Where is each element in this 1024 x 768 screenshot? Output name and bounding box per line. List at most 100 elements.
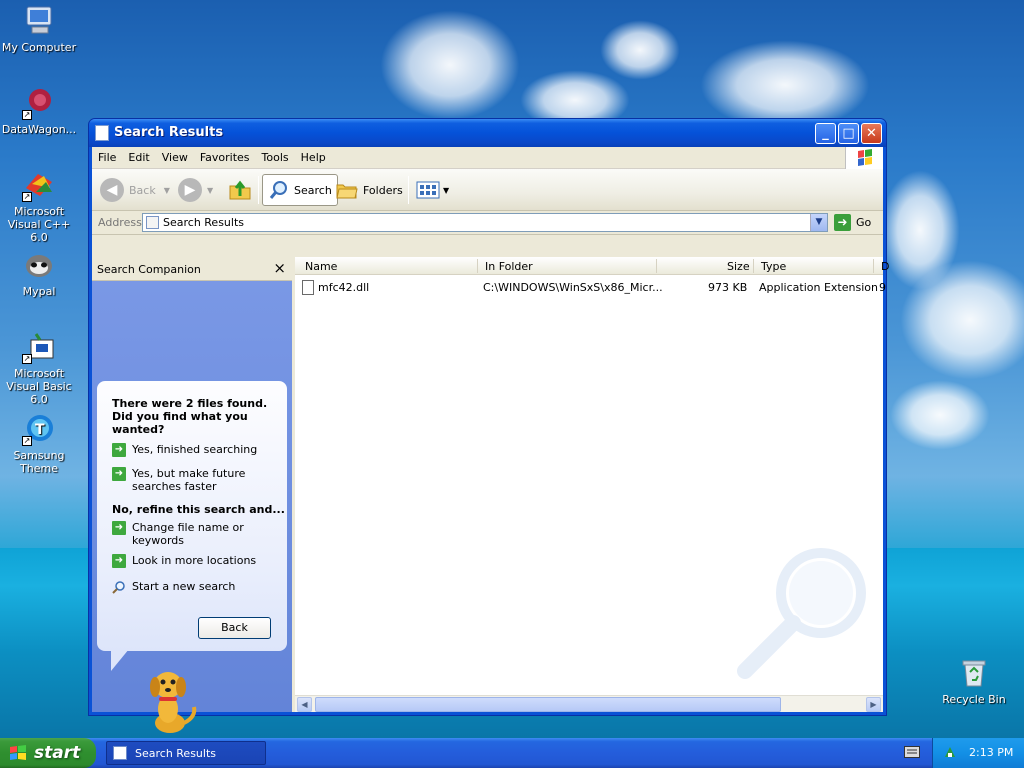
address-input[interactable]: Search Results ▼: [142, 213, 828, 232]
search-watermark-icon: [735, 547, 875, 687]
search-dog-icon[interactable]: [142, 665, 202, 737]
search-button[interactable]: Search: [262, 174, 338, 206]
up-folder-button[interactable]: [228, 174, 252, 206]
results-heading: There were 2 files found. Did you find w…: [112, 397, 268, 436]
folders-icon: [336, 184, 358, 199]
column-header: Name In Folder Size Type D: [295, 257, 889, 275]
file-name: mfc42.dll: [318, 281, 370, 294]
option-faster-searches[interactable]: ➜ Yes, but make future searches faster: [112, 467, 282, 493]
companion-back-button[interactable]: Back: [198, 617, 271, 639]
computer-icon: [22, 4, 56, 38]
menu-favorites[interactable]: Favorites: [194, 147, 256, 168]
clock[interactable]: 2:13 PM: [969, 746, 1013, 759]
visual-basic-icon: ↗: [22, 330, 56, 364]
up-folder-icon: [229, 180, 251, 200]
menu-tools[interactable]: Tools: [256, 147, 295, 168]
go-button[interactable]: ➜ Go: [834, 214, 871, 231]
search-results-icon: [113, 746, 127, 760]
search-results-icon: [146, 216, 159, 229]
search-icon: [269, 181, 287, 199]
back-dropdown-icon[interactable]: ▼: [164, 186, 170, 195]
desktop-icon-my-computer[interactable]: My Computer: [0, 4, 78, 54]
forward-arrow-icon: ▶: [178, 178, 202, 202]
recycle-bin-icon: [957, 656, 991, 690]
address-bar: Address Search Results ▼ ➜ Go: [92, 211, 883, 235]
back-arrow-icon: ◀: [100, 178, 124, 202]
window-client: File Edit View Favorites Tools Help ◀ Back ▼ …: [92, 147, 889, 733]
scroll-left-icon[interactable]: ◀: [297, 697, 312, 712]
option-new-search[interactable]: Start a new search: [112, 580, 282, 594]
shortcut-arrow-icon: ↗: [22, 436, 32, 446]
datawagon-icon: ↗: [22, 86, 56, 120]
shortcut-arrow-icon: ↗: [22, 110, 32, 120]
option-more-locations[interactable]: ➜ Look in more locations: [112, 554, 282, 568]
raccoon-icon: [22, 248, 56, 282]
desktop-icon-recycle-bin[interactable]: Recycle Bin: [935, 656, 1013, 706]
shortcut-arrow-icon: ↗: [22, 192, 32, 202]
toolbar: ◀ Back ▼ ▶ ▼ Search Folders ▼: [92, 169, 883, 211]
cloud: [600, 20, 680, 80]
option-change-file-name[interactable]: ➜ Change file name or keywords: [112, 521, 282, 547]
svg-text:T: T: [35, 422, 45, 438]
column-date[interactable]: D: [881, 260, 889, 273]
desktop-icon-datawagon[interactable]: ↗ DataWagon...: [0, 86, 78, 136]
network-icon[interactable]: [943, 745, 957, 759]
menu-help[interactable]: Help: [295, 147, 332, 168]
search-companion-pane: Search Companion × There were 2 files fo…: [92, 257, 292, 733]
taskbar: start Search Results 2:13 PM: [0, 738, 1024, 768]
views-button[interactable]: ▼: [416, 174, 449, 206]
file-folder: C:\WINDOWS\WinSxS\x86_Micr...: [483, 281, 663, 294]
windows-flag-icon: [8, 743, 28, 763]
menu-view[interactable]: View: [156, 147, 194, 168]
folders-button[interactable]: Folders: [336, 174, 403, 206]
title-bar[interactable]: Search Results _ □ ✕: [89, 119, 886, 147]
windows-logo-icon: [845, 147, 883, 169]
desktop-icon-samsung-theme[interactable]: T ↗ Samsung Theme: [0, 412, 78, 475]
menu-bar: File Edit View Favorites Tools Help: [92, 147, 883, 169]
desktop-icon-mypal[interactable]: Mypal: [0, 248, 78, 298]
start-button[interactable]: start: [0, 738, 96, 768]
minimize-button[interactable]: _: [815, 123, 836, 144]
results-list: Name In Folder Size Type D mfc42.dll C:\…: [295, 257, 889, 712]
forward-dropdown-icon[interactable]: ▼: [207, 186, 213, 195]
companion-header: Search Companion ×: [92, 257, 292, 281]
menu-file[interactable]: File: [92, 147, 122, 168]
desktop-icon-visual-basic[interactable]: ↗ Microsoft Visual Basic 6.0: [0, 330, 78, 406]
cloud: [890, 380, 990, 450]
dll-file-icon: [302, 280, 314, 295]
taskbar-item-search-results[interactable]: Search Results: [106, 741, 266, 765]
magnifier-icon: [112, 580, 126, 594]
address-dropdown-icon[interactable]: ▼: [810, 214, 827, 231]
file-type: Application Extension: [759, 281, 878, 294]
desktop-icon-visual-cpp[interactable]: ↗ Microsoft Visual C++ 6.0: [0, 168, 78, 244]
column-type[interactable]: Type: [761, 260, 786, 273]
horizontal-scrollbar[interactable]: ◀ ▶: [295, 695, 883, 712]
refine-heading: No, refine this search and...: [112, 503, 285, 516]
close-button[interactable]: ✕: [861, 123, 882, 144]
scroll-thumb[interactable]: [315, 697, 781, 712]
maximize-button[interactable]: □: [838, 123, 859, 144]
views-dropdown-icon: ▼: [443, 185, 450, 195]
back-button[interactable]: ◀ Back ▼: [100, 174, 170, 206]
companion-bubble: There were 2 files found. Did you find w…: [97, 381, 287, 671]
column-in-folder[interactable]: In Folder: [485, 260, 533, 273]
forward-button[interactable]: ▶ ▼: [178, 174, 213, 206]
scroll-right-icon[interactable]: ▶: [866, 697, 881, 712]
file-date: 9: [879, 281, 886, 294]
option-finished-searching[interactable]: ➜ Yes, finished searching: [112, 443, 282, 457]
menu-edit[interactable]: Edit: [122, 147, 155, 168]
table-row[interactable]: mfc42.dll C:\WINDOWS\WinSxS\x86_Micr... …: [295, 279, 886, 297]
keyboard-icon[interactable]: [904, 746, 920, 758]
system-tray: 2:13 PM: [932, 738, 1024, 768]
shortcut-arrow-icon: ↗: [22, 354, 32, 364]
go-arrow-icon: ➜: [834, 214, 851, 231]
green-arrow-icon: ➜: [112, 554, 126, 568]
close-companion-icon[interactable]: ×: [273, 259, 286, 277]
samsung-theme-icon: T ↗: [22, 412, 56, 446]
column-name[interactable]: Name: [305, 260, 337, 273]
cloud: [380, 10, 520, 120]
cloud: [900, 260, 1024, 380]
green-arrow-icon: ➜: [112, 521, 126, 535]
column-size[interactable]: Size: [727, 260, 750, 273]
green-arrow-icon: ➜: [112, 467, 126, 481]
